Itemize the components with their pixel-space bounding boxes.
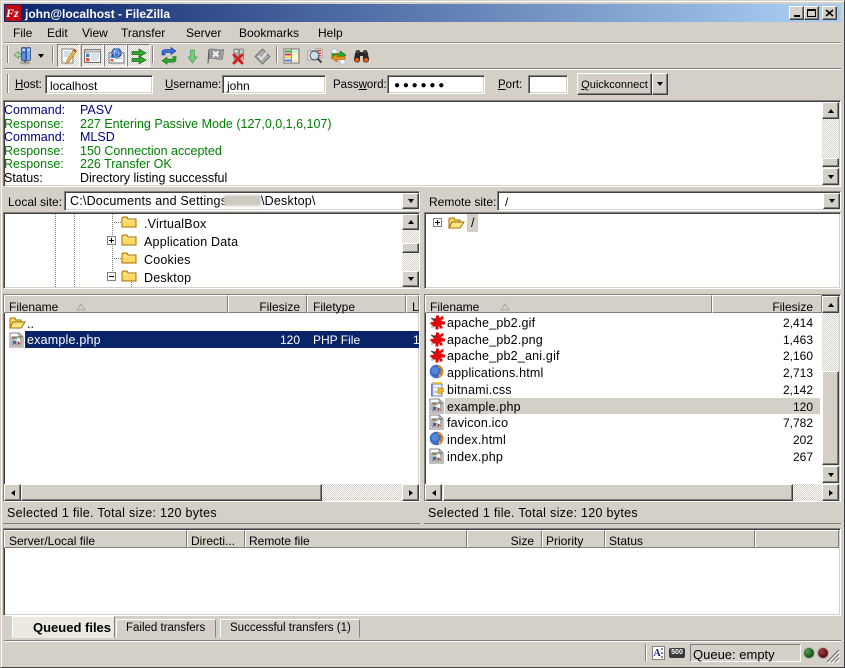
svg-text:A: A xyxy=(654,648,662,659)
svg-text:Fz: Fz xyxy=(6,7,19,19)
